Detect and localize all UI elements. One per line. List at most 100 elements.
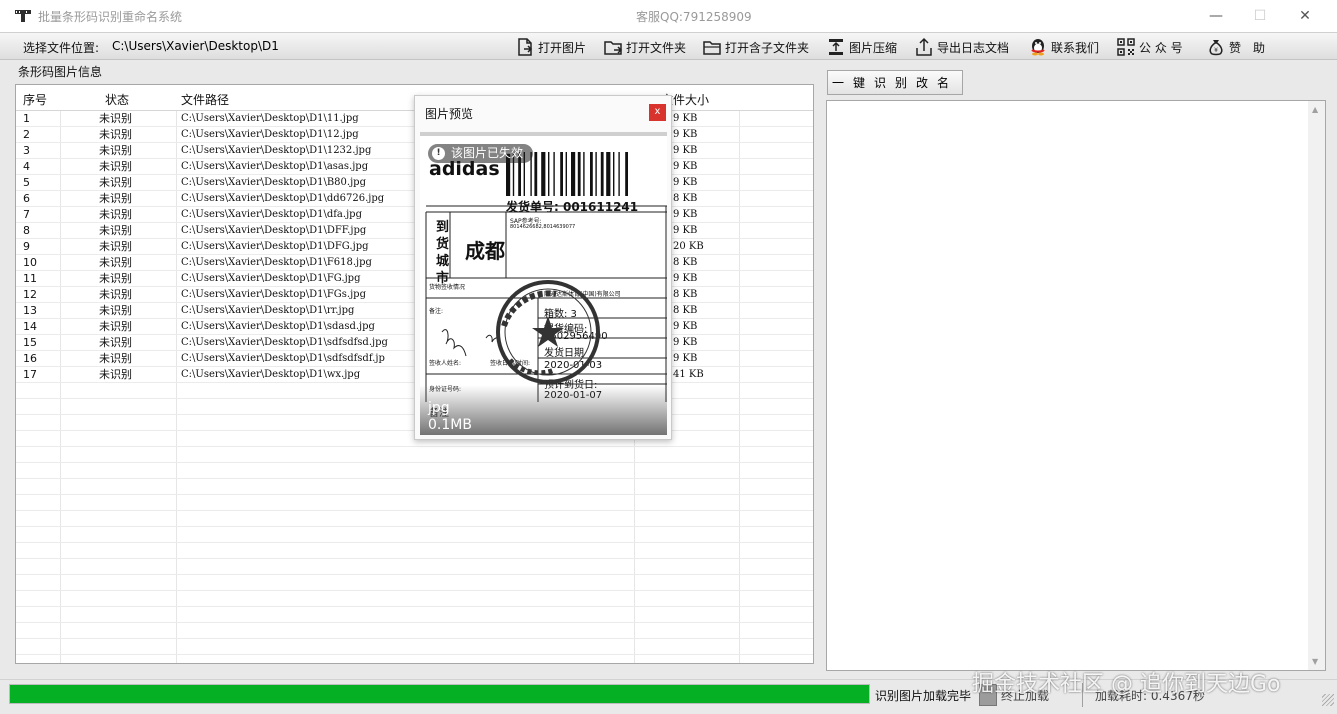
column-header-status[interactable]: 状态 xyxy=(105,91,129,108)
row-file-path: C:\Users\Xavier\Desktop\D1\11.jpg xyxy=(181,113,359,124)
goods-label: 货物签收情况 xyxy=(429,284,466,291)
window-title: 批量条形码识别重命名系统 xyxy=(38,10,183,24)
row-file-size: 9 KB xyxy=(673,209,698,220)
status-message: 识别图片加载完毕 xyxy=(875,689,972,703)
empty-row xyxy=(16,607,813,623)
empty-row xyxy=(16,527,813,543)
barcode-app-icon xyxy=(15,10,31,22)
open-folder-button[interactable]: 打开文件夹 xyxy=(603,35,686,59)
row-number: 5 xyxy=(23,176,30,189)
empty-row xyxy=(16,479,813,495)
row-status: 未识别 xyxy=(99,272,132,285)
export-log-label: 导出日志文档 xyxy=(937,40,1010,55)
invalid-image-text: 该图片已失效 xyxy=(451,146,524,160)
row-file-path: C:\Users\Xavier\Desktop\D1\dfa.jpg xyxy=(181,209,362,220)
empty-row xyxy=(16,447,813,463)
row-file-path: C:\Users\Xavier\Desktop\D1\sdfsdfsdf.jp xyxy=(181,353,385,364)
row-status: 未识别 xyxy=(99,144,132,157)
row-number: 8 xyxy=(23,224,30,237)
row-number: 10 xyxy=(23,256,37,269)
row-number: 2 xyxy=(23,128,30,141)
row-number: 9 xyxy=(23,240,30,253)
export-log-button[interactable]: 导出日志文档 xyxy=(914,35,1009,59)
row-status: 未识别 xyxy=(99,176,132,189)
signer-label: 签收人姓名: xyxy=(429,360,462,367)
preview-close-button[interactable]: x xyxy=(649,104,666,121)
preview-title: 图片预览 xyxy=(425,107,474,121)
preview-image: adidas 发货单号: 001611241 SAP参考号: 801462668… xyxy=(420,132,667,435)
empty-row xyxy=(16,623,813,639)
one-click-rename-button[interactable]: 一键识别改名 xyxy=(827,70,963,95)
progress-fill xyxy=(10,685,869,703)
scroll-down-icon[interactable]: ▼ xyxy=(1312,657,1318,666)
compress-label: 图片压缩 xyxy=(849,40,898,55)
open-folder-icon xyxy=(604,41,623,55)
row-file-size: 9 KB xyxy=(673,129,698,140)
row-status: 未识别 xyxy=(99,208,132,221)
sponsor-button[interactable]: ¥ 赞 助 xyxy=(1206,35,1265,59)
empty-row xyxy=(16,495,813,511)
official-account-label: 公 众 号 xyxy=(1139,40,1183,55)
row-status: 未识别 xyxy=(99,352,132,365)
column-header-number[interactable]: 序号 xyxy=(23,91,47,108)
close-button[interactable]: ✕ xyxy=(1285,4,1325,28)
row-file-size: 41 KB xyxy=(673,369,704,380)
row-file-path: C:\Users\Xavier\Desktop\D1\1232.jpg xyxy=(181,145,372,156)
watermark: 掘金技术社区 @ 追你到天边Go xyxy=(972,672,1281,697)
row-file-path: C:\Users\Xavier\Desktop\D1\sdasd.jpg xyxy=(181,321,375,332)
row-file-size: 8 KB xyxy=(673,305,698,316)
log-area[interactable]: ▲ ▼ xyxy=(826,100,1326,671)
open-subfolder-button[interactable]: 打开含子文件夹 xyxy=(702,35,809,59)
svg-text:¥: ¥ xyxy=(1214,47,1218,54)
row-file-size: 9 KB xyxy=(673,145,698,156)
money-bag-icon: ¥ xyxy=(1209,40,1223,56)
progress-bar xyxy=(9,684,870,704)
row-number: 17 xyxy=(23,368,37,381)
invalid-image-badge: ! 该图片已失效 xyxy=(428,144,534,163)
group-title: 条形码图片信息 xyxy=(18,65,103,79)
service-qq: 客服QQ:791258909 xyxy=(636,10,752,24)
open-image-label: 打开图片 xyxy=(538,40,587,55)
resize-grip-icon[interactable] xyxy=(1322,694,1334,706)
row-file-size: 20 KB xyxy=(673,241,704,252)
row-status: 未识别 xyxy=(99,240,132,253)
contact-us-button[interactable]: 联系我们 xyxy=(1028,35,1099,59)
contact-us-label: 联系我们 xyxy=(1051,40,1100,55)
sponsor-label: 赞 助 xyxy=(1229,40,1266,55)
compress-icon xyxy=(829,39,843,55)
row-number: 15 xyxy=(23,336,37,349)
row-file-path: C:\Users\Xavier\Desktop\D1\wx.jpg xyxy=(181,369,361,380)
row-file-size: 9 KB xyxy=(673,353,698,364)
row-file-size: 8 KB xyxy=(673,193,698,204)
column-header-path[interactable]: 文件路径 xyxy=(181,91,229,108)
toolbar: 选择文件位置: 打开图片 打开文件夹 打开含子文件夹 图片压缩 导出日志文档 联… xyxy=(0,32,1337,60)
info-icon: ! xyxy=(432,147,445,160)
remark-label: 备注: xyxy=(429,308,444,315)
row-status: 未识别 xyxy=(99,224,132,237)
vertical-scrollbar[interactable]: ▲ ▼ xyxy=(1308,101,1325,670)
row-status: 未识别 xyxy=(99,160,132,173)
row-file-size: 8 KB xyxy=(673,257,698,268)
minimize-button[interactable]: — xyxy=(1196,4,1236,28)
empty-row xyxy=(16,511,813,527)
title-bar: 批量条形码识别重命名系统 客服QQ:791258909 — ☐ ✕ xyxy=(0,0,1337,32)
path-field[interactable] xyxy=(108,36,508,57)
row-status: 未识别 xyxy=(99,128,132,141)
empty-row xyxy=(16,463,813,479)
maximize-button[interactable]: ☐ xyxy=(1240,4,1280,28)
empty-row xyxy=(16,639,813,655)
compress-button[interactable]: 图片压缩 xyxy=(826,35,897,59)
row-file-path: C:\Users\Xavier\Desktop\D1\sdfsdfsd.jpg xyxy=(181,337,388,348)
open-image-button[interactable]: 打开图片 xyxy=(515,35,586,59)
row-file-path: C:\Users\Xavier\Desktop\D1\12.jpg xyxy=(181,129,359,140)
row-number: 3 xyxy=(23,144,30,157)
official-account-button[interactable]: 公 众 号 xyxy=(1116,35,1183,59)
row-number: 16 xyxy=(23,352,37,365)
row-file-size: 9 KB xyxy=(673,273,698,284)
row-file-path: C:\Users\Xavier\Desktop\D1\dd6726.jpg xyxy=(181,193,385,204)
row-file-size: 9 KB xyxy=(673,177,698,188)
row-file-path: C:\Users\Xavier\Desktop\D1\DFF.jpg xyxy=(181,225,367,236)
row-file-path: C:\Users\Xavier\Desktop\D1\F618.jpg xyxy=(181,257,372,268)
scroll-up-icon[interactable]: ▲ xyxy=(1312,105,1318,114)
row-file-size: 9 KB xyxy=(673,337,698,348)
